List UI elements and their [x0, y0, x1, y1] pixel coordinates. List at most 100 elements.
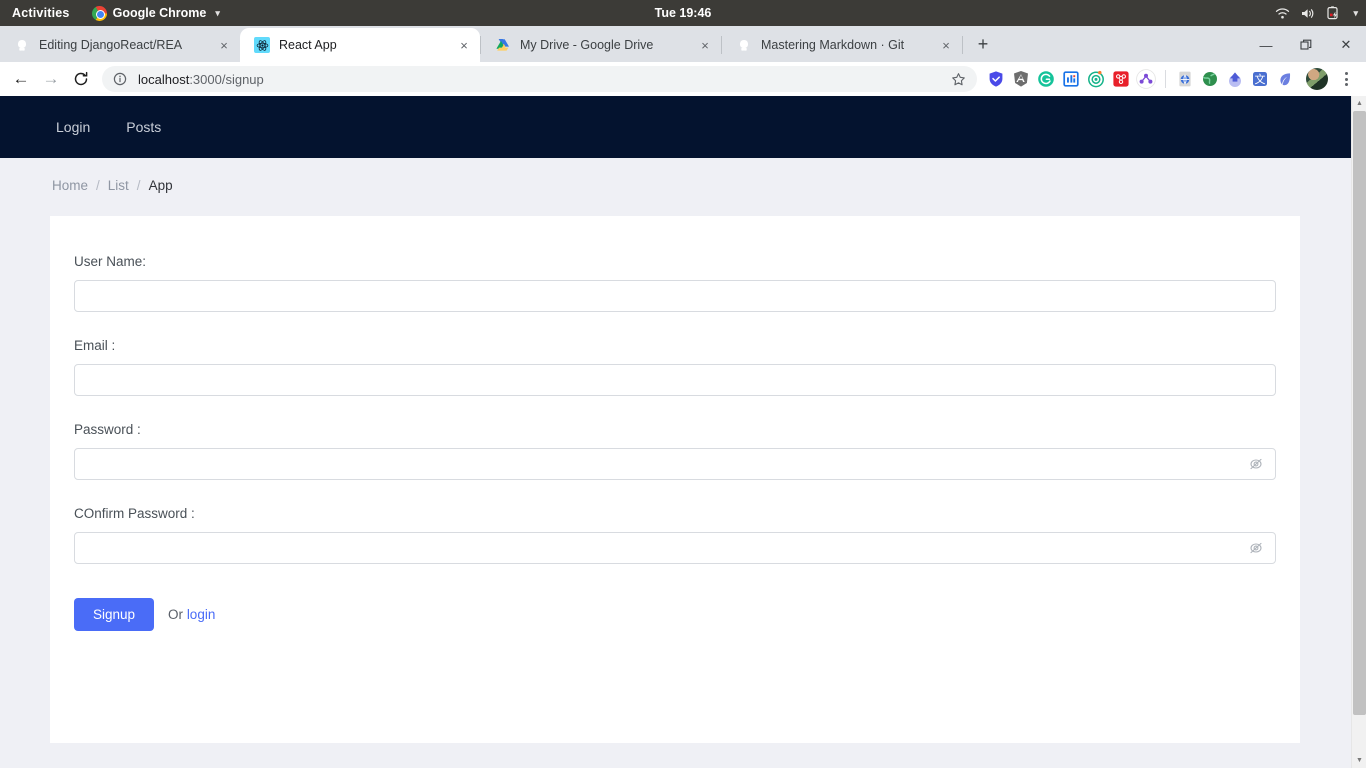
forward-button: → — [42, 69, 60, 88]
eye-slash-icon[interactable] — [1246, 454, 1266, 474]
signup-button[interactable]: Signup — [74, 598, 155, 631]
system-top-bar: Activities Google Chrome ▾ Tue 19:46 ▾ — [0, 0, 1366, 26]
signup-form: User Name: Email : Password : COnfirm Pa… — [50, 216, 1300, 631]
url-host: localhost — [138, 71, 190, 87]
redux-devtools-icon[interactable] — [1110, 68, 1132, 90]
chevron-down-icon: ▾ — [215, 7, 220, 18]
leaf-icon[interactable] — [1274, 68, 1296, 90]
info-circle-icon[interactable] — [112, 71, 128, 87]
grammarly-icon[interactable] — [1035, 68, 1057, 90]
password-input[interactable] — [74, 448, 1276, 480]
react-icon — [254, 37, 270, 53]
chrome-icon — [91, 5, 107, 21]
page-viewport: Login Posts Home / List / App User Name:… — [0, 96, 1366, 768]
username-input[interactable] — [74, 280, 1276, 312]
breadcrumb-item-list[interactable]: List — [108, 178, 129, 193]
field-email: Email : — [74, 338, 1276, 396]
tab-title: Mastering Markdown · Git — [761, 38, 905, 52]
or-login-text: Or login — [168, 607, 215, 622]
tab-divider — [962, 36, 963, 54]
site-navbar: Login Posts — [0, 96, 1351, 158]
reload-button[interactable] — [66, 64, 96, 94]
battery-icon — [1327, 6, 1339, 20]
back-button[interactable]: ← — [6, 64, 36, 94]
volume-icon — [1301, 7, 1316, 20]
new-tab-button[interactable]: + — [969, 30, 997, 58]
tab-title: My Drive - Google Drive — [520, 38, 654, 52]
star-icon[interactable] — [945, 66, 971, 92]
field-username: User Name: — [74, 254, 1276, 312]
password-input-wrap — [74, 448, 1276, 480]
breadcrumb: Home / List / App — [0, 158, 1351, 193]
kebab-menu-icon[interactable] — [1334, 66, 1358, 92]
google-drive-icon — [495, 37, 511, 53]
email-label: Email : — [74, 338, 116, 353]
upload-icon[interactable] — [1224, 68, 1246, 90]
globe-icon[interactable] — [1199, 68, 1221, 90]
extensions-area: 文 — [985, 68, 1298, 90]
confirm-password-input-wrap — [74, 532, 1276, 564]
toolbar-divider — [1165, 70, 1166, 88]
breadcrumb-item-home[interactable]: Home — [52, 178, 88, 193]
field-password: Password : — [74, 422, 1276, 480]
page-scrollbar[interactable]: ▲ ▼ — [1351, 96, 1366, 768]
username-label: User Name: — [74, 254, 147, 269]
chevron-down-icon[interactable]: ▾ — [1353, 8, 1358, 19]
minimize-button[interactable]: — — [1246, 30, 1286, 60]
tab-title: React App — [279, 38, 337, 52]
password-label: Password : — [74, 422, 141, 437]
close-icon[interactable]: × — [456, 37, 472, 53]
github-icon — [14, 37, 30, 53]
browser-tab-active[interactable]: React App × — [240, 28, 480, 62]
address-bar[interactable]: localhost:3000/signup — [102, 66, 977, 92]
browser-tab[interactable]: Mastering Markdown · Git × — [722, 28, 962, 62]
browser-tab[interactable]: My Drive - Google Drive × — [481, 28, 721, 62]
browser-toolbar: ← → localhost:3000/signup 文 — [0, 62, 1366, 96]
navbar-link-posts[interactable]: Posts — [126, 119, 161, 135]
activities-button[interactable]: Activities — [0, 6, 80, 20]
github-icon — [736, 37, 752, 53]
or-label: Or — [168, 607, 184, 622]
signup-card: User Name: Email : Password : COnfirm Pa… — [50, 216, 1300, 743]
username-input-wrap — [74, 280, 1276, 312]
active-app-menu[interactable]: Google Chrome ▾ — [91, 5, 220, 21]
confirm-password-label: COnfirm Password : — [74, 506, 195, 521]
web-page: Login Posts Home / List / App User Name:… — [0, 96, 1351, 768]
browser-tab[interactable]: Editing DjangoReact/REA × — [0, 28, 240, 62]
react-devtools-icon[interactable] — [1135, 68, 1157, 90]
email-input[interactable] — [74, 364, 1276, 396]
angular-icon[interactable] — [1010, 68, 1032, 90]
url-text: localhost:3000/signup — [138, 72, 945, 87]
close-icon[interactable]: × — [938, 37, 954, 53]
target-icon[interactable] — [1085, 68, 1107, 90]
active-app-label: Google Chrome — [112, 6, 207, 20]
close-window-button[interactable]: ✕ — [1326, 30, 1366, 60]
wappalyzer-icon[interactable] — [1174, 68, 1196, 90]
svg-text:文: 文 — [1255, 72, 1266, 86]
confirm-password-input[interactable] — [74, 532, 1276, 564]
translate-icon[interactable]: 文 — [1249, 68, 1271, 90]
shield-check-icon[interactable] — [985, 68, 1007, 90]
wifi-icon — [1275, 7, 1290, 20]
field-confirm-password: COnfirm Password : — [74, 506, 1276, 564]
navbar-link-login[interactable]: Login — [56, 119, 90, 135]
url-path: :3000/signup — [189, 71, 264, 87]
browser-tab-strip: Editing DjangoReact/REA × React App × My… — [0, 26, 1366, 62]
maximize-button[interactable] — [1286, 30, 1326, 60]
tab-title: Editing DjangoReact/REA — [39, 38, 183, 52]
email-input-wrap — [74, 364, 1276, 396]
system-status-area[interactable]: ▾ — [1275, 6, 1358, 20]
close-icon[interactable]: × — [697, 37, 713, 53]
profile-avatar[interactable] — [1306, 68, 1328, 90]
breadcrumb-item-app: App — [148, 178, 173, 193]
breadcrumb-separator: / — [96, 178, 100, 193]
scrollbar-thumb[interactable] — [1353, 111, 1366, 715]
scroll-down-arrow-icon[interactable]: ▼ — [1352, 753, 1366, 768]
scroll-up-arrow-icon[interactable]: ▲ — [1352, 96, 1366, 111]
window-controls: — ✕ — [1246, 28, 1366, 62]
close-icon[interactable]: × — [216, 37, 232, 53]
eye-slash-icon[interactable] — [1246, 538, 1266, 558]
lighthouse-icon[interactable] — [1060, 68, 1082, 90]
breadcrumb-separator: / — [136, 178, 141, 193]
login-link[interactable]: login — [187, 607, 216, 622]
